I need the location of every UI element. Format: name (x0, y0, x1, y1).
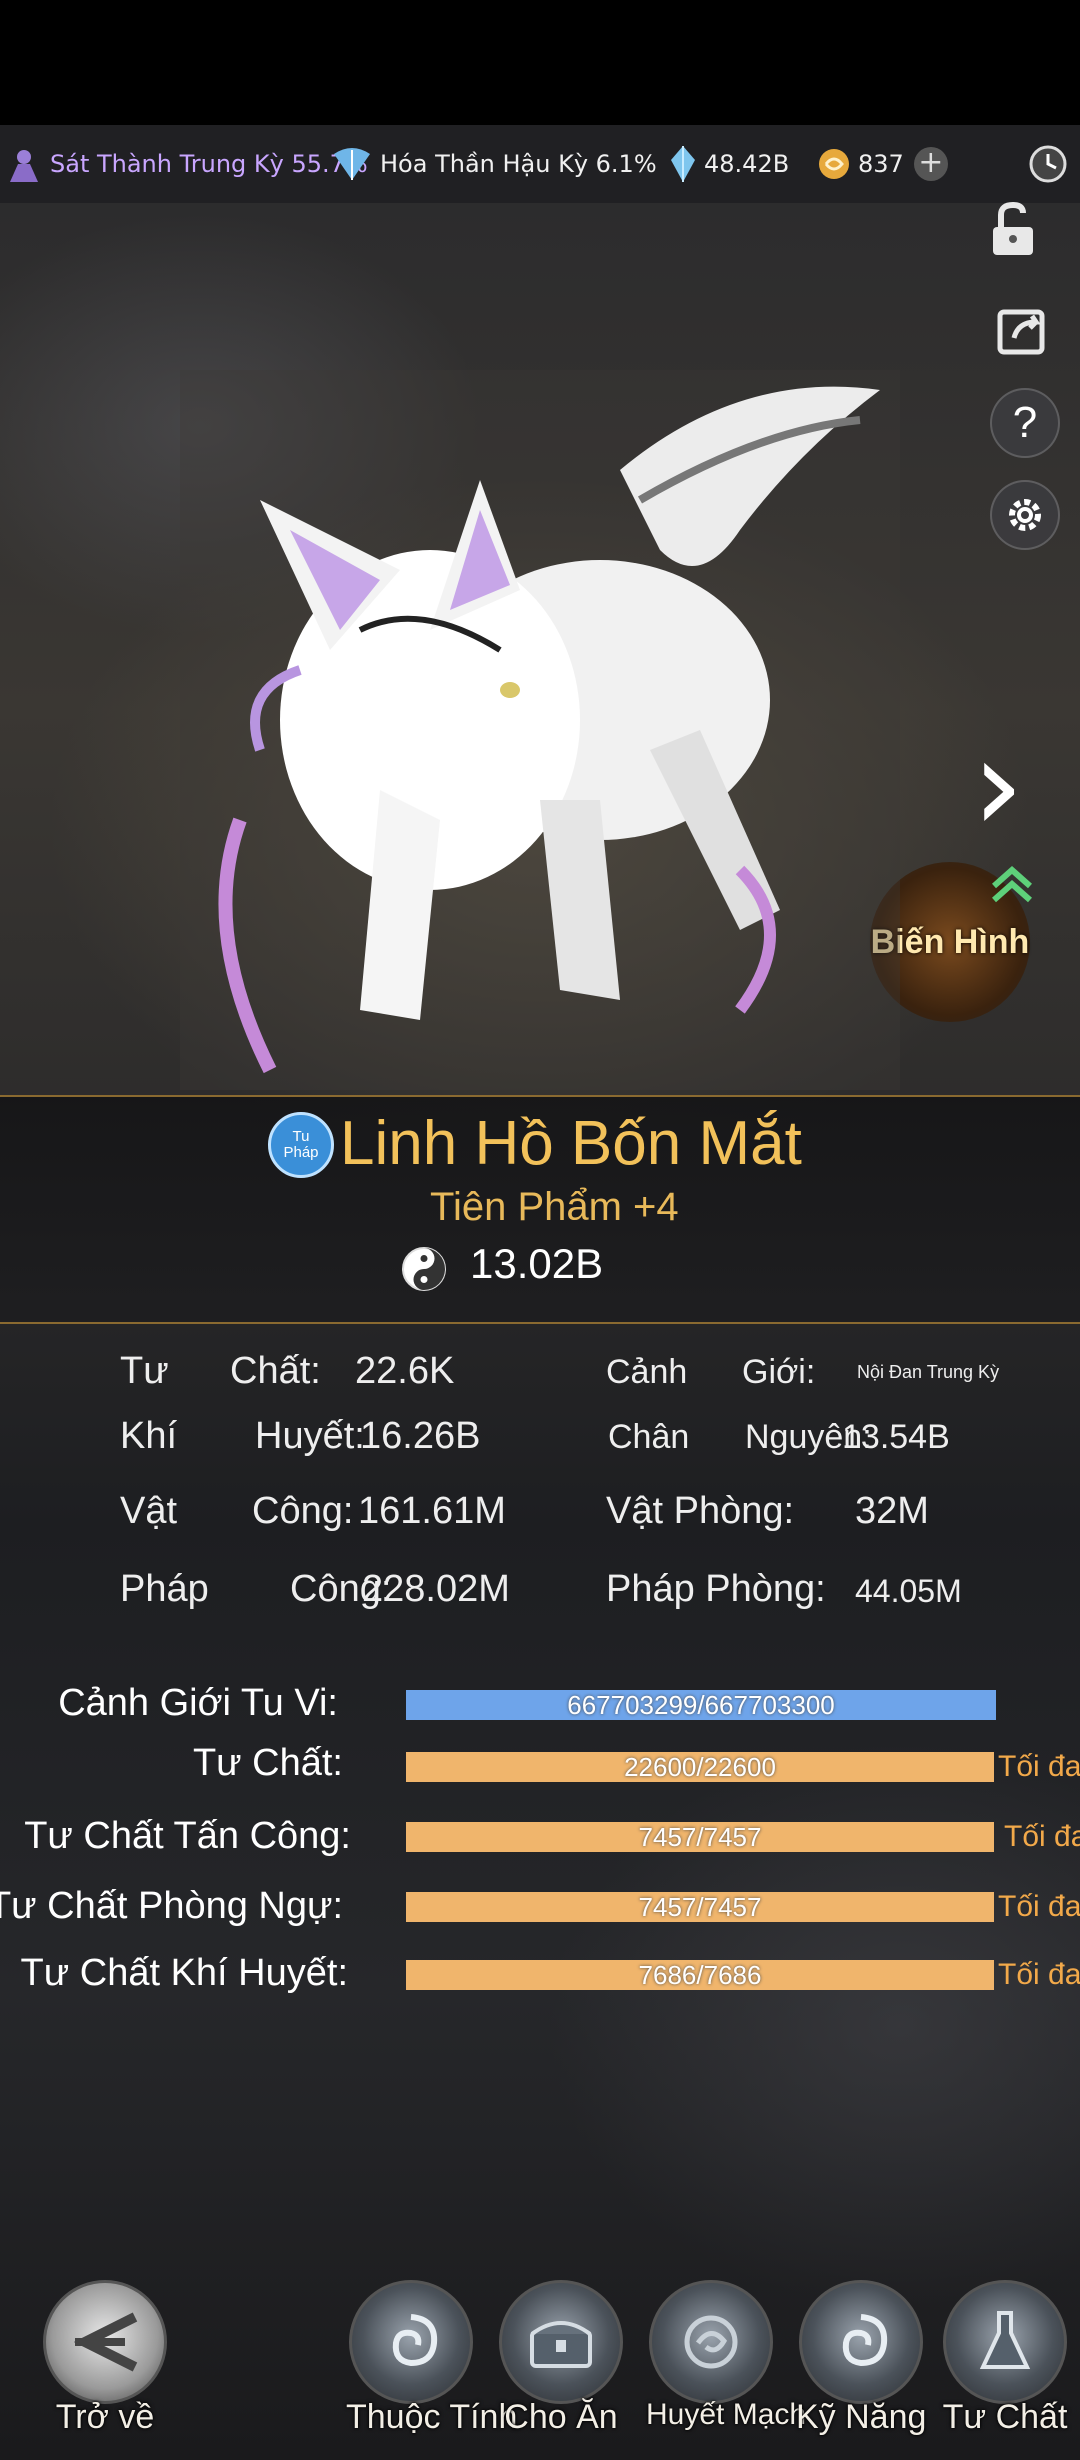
feed-circle (499, 2280, 623, 2404)
combat-power: 13.02B (470, 1240, 604, 1287)
stat-magic-atk-value: 228.02M (362, 1568, 510, 1610)
skills-circle (799, 2280, 923, 2404)
swirl-icon (392, 2314, 438, 2367)
realm-progress-2[interactable]: Hóa Thần Hậu Kỳ 6.1% (330, 125, 657, 203)
spirit-stone-counter: 48.42B (668, 125, 789, 203)
stat-phys-atk-label-2: Công: (252, 1490, 354, 1532)
spirit-stone-value: 48.42B (704, 150, 790, 178)
attack-aptitude-max-label: Tối đa (1004, 1820, 1080, 1853)
clock-icon (1029, 145, 1067, 183)
nav-feed[interactable]: Cho Ăn (496, 2280, 626, 2440)
bar-label-hp-aptitude: Tư Chất Khí Huyết: (20, 1952, 348, 1994)
unlock-icon (993, 201, 1033, 255)
bar-label-aptitude: Tư Chất: (192, 1742, 343, 1784)
class-badge-text: Tu Pháp (283, 1128, 319, 1161)
settings-button[interactable] (990, 480, 1060, 550)
stat-mana-value: 13.54B (842, 1418, 950, 1456)
stat-hp-label: Khí (120, 1415, 178, 1457)
feed-label: Cho Ăn (504, 2398, 618, 2436)
hp-aptitude-progress-text: 7686/7686 (638, 1960, 762, 1990)
top-resource-bar: Sát Thành Trung Kỳ 55.7% Hóa Thần Hậu Kỳ… (0, 125, 1080, 203)
cultivation-progress-bar: 667703299/667703300 (406, 1690, 996, 1720)
back-button[interactable]: Trở về (40, 2280, 170, 2440)
unlock-button[interactable] (980, 198, 1046, 264)
nav-aptitude[interactable]: Tư Chất (940, 2280, 1070, 2440)
stat-phys-atk-label: Vật (120, 1490, 178, 1532)
share-icon (997, 309, 1045, 355)
pet-grade: Tiên Phẩm +4 (430, 1185, 679, 1229)
hp-aptitude-progress-bar: 7686/7686 (406, 1960, 994, 1990)
stat-aptitude-value: 22.6K (355, 1350, 455, 1392)
back-label: Trở về (55, 2398, 155, 2436)
fan-icon (334, 148, 370, 180)
defense-aptitude-progress-bar: 7457/7457 (406, 1892, 994, 1922)
stat-mana-label: Chân (608, 1418, 690, 1456)
stat-phys-atk-value: 161.61M (358, 1490, 506, 1532)
stat-phys-def-value: 32M (855, 1490, 929, 1532)
realm-progress-1[interactable]: Sát Thành Trung Kỳ 55.7% (4, 125, 368, 203)
stat-aptitude-label-2: Chất: (230, 1350, 321, 1392)
hp-aptitude-max-label: Tối đa (998, 1958, 1080, 1991)
bloodline-label: Huyết Mạch (646, 2398, 807, 2431)
attack-aptitude-progress-text: 7457/7457 (638, 1822, 762, 1852)
coin-icon (819, 149, 849, 179)
upgrade-arrow-icon (992, 865, 1032, 903)
flask-icon (979, 2311, 1031, 2369)
clock-button[interactable] (1028, 125, 1074, 203)
stat-hp-value: 16.26B (360, 1415, 481, 1457)
bar-label-attack-aptitude: Tư Chất Tấn Công: (24, 1815, 351, 1857)
aptitude-progress-bar: 22600/22600 (406, 1752, 994, 1782)
stat-realm-value: Nội Đan Trung Kỳ (857, 1362, 1000, 1382)
cultivation-progress-text: 667703299/667703300 (567, 1690, 835, 1720)
nav-attributes[interactable]: Thuộc Tính (346, 2280, 518, 2440)
pet-illustration (180, 370, 900, 1090)
stat-hp-label-2: Huyết: (255, 1415, 365, 1457)
pet-name: Linh Hồ Bốn Mắt (340, 1109, 802, 1178)
cultivator-icon (10, 150, 38, 182)
nav-bloodline[interactable]: Huyết Mạch (646, 2280, 807, 2440)
aptitude-max-label: Tối đa (998, 1750, 1080, 1783)
attack-aptitude-progress-bar: 7457/7457 (406, 1822, 994, 1852)
bar-label-defense-aptitude: Tư Chất Phòng Ngự: (0, 1885, 343, 1927)
realm-progress-2-text: Hóa Thần Hậu Kỳ 6.1% (380, 150, 657, 178)
stat-magic-atk-label: Pháp (120, 1568, 209, 1610)
defense-aptitude-progress-text: 7457/7457 (638, 1892, 762, 1922)
settings-icon (1009, 499, 1041, 531)
aptitude-label: Tư Chất (942, 2398, 1068, 2436)
help-icon: ? (1012, 398, 1038, 447)
coin-value: 837 (858, 150, 904, 178)
crystal-icon (671, 146, 695, 182)
next-pet-arrow[interactable]: › (972, 720, 1024, 850)
stat-phys-def-label: Vật Phòng: (606, 1490, 795, 1532)
aptitude-circle (943, 2280, 1067, 2404)
coin-counter: 837 + (816, 125, 948, 203)
class-badge: Tu Pháp (268, 1112, 334, 1178)
stat-aptitude-label: Tư (120, 1350, 169, 1392)
help-button[interactable]: ? (990, 388, 1060, 458)
share-button[interactable] (990, 298, 1056, 364)
attributes-label: Thuộc Tính (346, 2398, 518, 2436)
back-arrow-icon (73, 2312, 138, 2372)
aptitude-progress-text: 22600/22600 (624, 1752, 776, 1782)
stat-realm-label: Cảnh (606, 1353, 688, 1391)
defense-aptitude-max-label: Tối đa (998, 1890, 1080, 1923)
bar-label-cultivation: Cảnh Giới Tu Vi: (58, 1682, 338, 1724)
swirl-icon (842, 2314, 888, 2367)
add-coins-button[interactable]: + (913, 147, 948, 181)
stat-magic-def-label: Pháp Phòng: (606, 1568, 826, 1610)
skills-label: Kỹ Năng (796, 2398, 927, 2436)
stat-realm-label-2: Giới: (742, 1353, 816, 1391)
realm-progress-1-text: Sát Thành Trung Kỳ 55.7% (50, 150, 368, 178)
back-circle (43, 2280, 167, 2404)
vortex-icon (684, 2315, 738, 2369)
nav-skills[interactable]: Kỹ Năng (796, 2280, 926, 2440)
yin-yang-icon (402, 1247, 446, 1291)
attributes-circle (349, 2280, 473, 2404)
stat-magic-def-value: 44.05M (855, 1573, 962, 1609)
bloodline-circle (649, 2280, 773, 2404)
chest-icon (530, 2321, 592, 2368)
